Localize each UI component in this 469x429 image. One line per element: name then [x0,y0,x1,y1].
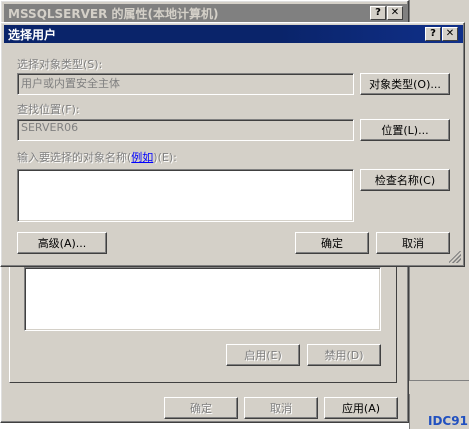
apply-button[interactable]: 应用(A) [324,397,398,419]
examples-link[interactable]: 例如 [131,151,153,164]
object-type-field: 用户或内置安全主体 [17,73,354,95]
help-icon[interactable]: ? [425,27,441,41]
check-names-button[interactable]: 检查名称(C) [360,169,450,191]
object-names-input[interactable] [17,169,354,222]
select-user-title: 选择用户 [8,27,57,42]
object-type-label: 选择对象类型(S): [17,58,103,71]
disable-button[interactable]: 禁用(D) [307,344,381,366]
background-window-strip [409,380,469,394]
select-user-dialog: 选择用户 ? ✕ 选择对象类型(S): 用户或内置安全主体 对象类型(O)...… [0,22,465,267]
resize-grip-icon[interactable] [449,251,461,263]
properties-window-titlebar: MSSQLSERVER 的属性(本地计算机) [4,4,407,22]
names-label-text: 输入要选择的对象名称( [17,151,132,164]
back-ok-button[interactable]: 确定 [164,397,238,419]
help-icon[interactable]: ? [370,6,386,20]
advanced-button[interactable]: 高级(A)... [17,232,107,254]
object-types-button[interactable]: 对象类型(O)... [360,73,450,95]
ok-button[interactable]: 确定 [295,232,369,254]
properties-window-title: MSSQLSERVER 的属性(本地计算机) [8,6,219,21]
accounts-list[interactable] [24,267,381,331]
names-label-suffix: )(E): [153,151,177,164]
location-label: 查找位置(F): [17,103,80,116]
names-label: 输入要选择的对象名称(例如)(E): [17,149,177,165]
watermark-text: IDC91 [428,414,468,428]
back-cancel-button[interactable]: 取消 [244,397,318,419]
select-user-titlebar: 选择用户 [4,25,463,43]
location-field: SERVER06 [17,119,354,141]
close-icon[interactable]: ✕ [387,6,403,20]
locations-button[interactable]: 位置(L)... [360,119,450,141]
enable-button[interactable]: 启用(E) [226,344,300,366]
close-icon[interactable]: ✕ [442,27,458,41]
cancel-button[interactable]: 取消 [376,232,450,254]
